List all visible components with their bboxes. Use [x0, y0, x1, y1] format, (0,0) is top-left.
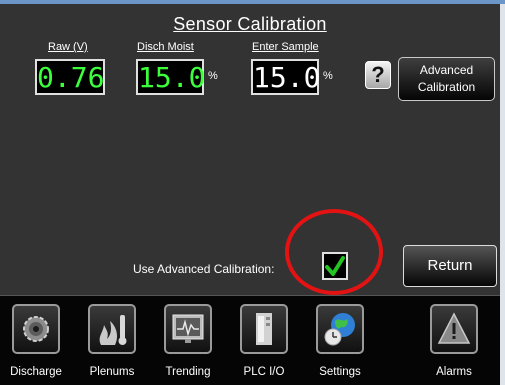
- gear-icon: [12, 304, 60, 354]
- enter-sample-label: Enter Sample: [252, 41, 319, 53]
- nav-alarms[interactable]: Alarms: [418, 300, 490, 385]
- raw-label: Raw (V): [48, 41, 88, 53]
- nav-plenums-label: Plenums: [89, 366, 135, 378]
- disch-moist-label: Disch Moist: [137, 41, 194, 53]
- window-right-edge: [500, 4, 505, 385]
- nav-trending[interactable]: Trending: [152, 300, 224, 385]
- return-button[interactable]: Return: [403, 245, 497, 287]
- disch-moist-display: 15.0: [136, 59, 206, 95]
- use-advanced-calibration-label: Use Advanced Calibration:: [133, 262, 275, 276]
- nav-plc-io[interactable]: PLC I/O: [228, 300, 300, 385]
- nav-plc-io-label: PLC I/O: [243, 366, 285, 378]
- nav-settings[interactable]: Settings: [304, 300, 376, 385]
- page-title: Sensor Calibration: [173, 14, 327, 34]
- nav-settings-label: Settings: [319, 366, 361, 378]
- disch-moist-unit: %: [208, 70, 218, 82]
- nav-discharge[interactable]: Discharge: [0, 300, 72, 385]
- highlight-circle-annotation: [285, 209, 383, 295]
- nav-plenums[interactable]: Plenums: [76, 300, 148, 385]
- nav-alarms-label: Alarms: [436, 366, 472, 378]
- monitor-graph-icon: [164, 304, 212, 354]
- advanced-calibration-label-line2: Calibration: [417, 80, 476, 94]
- raw-voltage-display: 0.76: [35, 59, 105, 95]
- globe-clock-icon: [316, 304, 364, 354]
- help-button[interactable]: ?: [365, 61, 391, 89]
- bottom-nav-bar: Discharge Plenums Trending PLC I/O Setti…: [0, 295, 500, 385]
- enter-sample-input[interactable]: 15.0: [251, 59, 320, 95]
- nav-trending-label: Trending: [165, 366, 211, 378]
- warning-icon: [430, 304, 478, 354]
- advanced-calibration-button[interactable]: Advanced Calibration: [398, 57, 495, 101]
- advanced-calibration-label-line1: Advanced: [419, 63, 474, 77]
- enter-sample-unit: %: [323, 70, 333, 82]
- hmi-screen: Sensor Calibration Raw (V) 0.76 Disch Mo…: [0, 4, 500, 385]
- plc-cabinet-icon: [240, 304, 288, 354]
- nav-discharge-label: Discharge: [10, 366, 62, 378]
- flame-thermometer-icon: [88, 304, 136, 354]
